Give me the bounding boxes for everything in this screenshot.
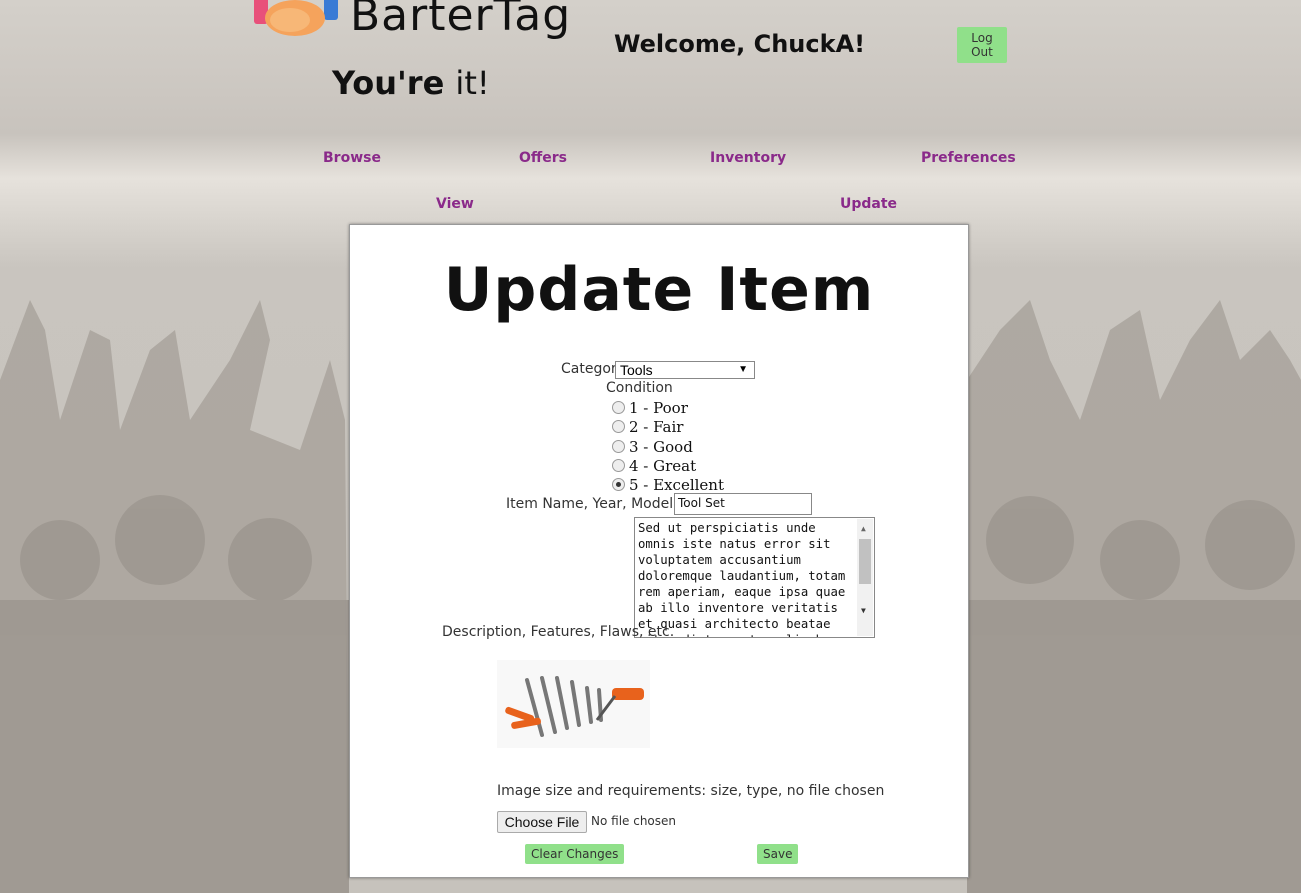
radio-button[interactable] bbox=[612, 400, 625, 414]
radio-button[interactable] bbox=[612, 458, 625, 472]
condition-label: Condition bbox=[606, 380, 673, 396]
welcome-message: Welcome, ChuckA! bbox=[614, 30, 866, 58]
item-name-input[interactable]: Tool Set bbox=[674, 493, 812, 515]
image-requirements-text: Image size and requirements: size, type,… bbox=[497, 783, 885, 799]
tagline-part-b: it! bbox=[455, 64, 490, 102]
condition-option-4[interactable]: 4 - Great bbox=[612, 457, 696, 475]
nav-inventory[interactable]: Inventory bbox=[710, 150, 786, 166]
no-file-chosen-text: No file chosen bbox=[591, 814, 677, 828]
description-text: Sed ut perspiciatis unde omnis iste natu… bbox=[638, 521, 846, 637]
condition-option-2[interactable]: 2 - Fair bbox=[612, 418, 683, 436]
logo-text: BarterTag bbox=[350, 0, 572, 41]
item-image-preview bbox=[497, 660, 650, 748]
condition-option-label: 2 - Fair bbox=[629, 418, 684, 436]
description-textarea[interactable]: Sed ut perspiciatis unde omnis iste natu… bbox=[634, 517, 875, 638]
tagline: You're it! bbox=[332, 64, 490, 102]
radio-button[interactable] bbox=[612, 439, 625, 453]
nav-offers[interactable]: Offers bbox=[519, 150, 567, 166]
radio-button-selected[interactable] bbox=[612, 477, 625, 491]
scroll-thumb[interactable] bbox=[859, 539, 871, 584]
nav-browse[interactable]: Browse bbox=[323, 150, 381, 166]
condition-option-label: 1 - Poor bbox=[629, 399, 688, 417]
condition-option-label: 5 - Excellent bbox=[629, 476, 724, 494]
condition-option-1[interactable]: 1 - Poor bbox=[612, 399, 688, 417]
choose-file-button[interactable]: Choose File bbox=[497, 811, 587, 833]
tagline-part-a: You're bbox=[332, 64, 445, 102]
condition-option-5[interactable]: 5 - Excellent bbox=[612, 476, 724, 494]
page-title: Update Item bbox=[443, 255, 875, 325]
description-label: Description, Features, Flaws, etc. bbox=[442, 624, 675, 640]
chevron-down-icon: ▼ bbox=[738, 364, 748, 375]
scroll-up-icon[interactable]: ▲ bbox=[861, 521, 866, 537]
nav-update[interactable]: Update bbox=[840, 196, 897, 212]
update-item-panel: Update Item Category Tools ▼ Condition 1… bbox=[349, 224, 969, 878]
condition-option-3[interactable]: 3 - Good bbox=[612, 438, 693, 456]
scroll-down-icon[interactable]: ▼ bbox=[861, 603, 866, 619]
category-select[interactable]: Tools ▼ bbox=[615, 361, 755, 379]
save-button[interactable]: Save bbox=[757, 844, 799, 864]
category-value: Tools bbox=[620, 362, 653, 378]
logo[interactable]: BarterTag bbox=[250, 0, 570, 50]
condition-option-label: 3 - Good bbox=[629, 438, 693, 456]
scrollbar[interactable]: ▲ ▼ bbox=[857, 519, 873, 636]
handshake-icon bbox=[254, 0, 338, 36]
radio-button[interactable] bbox=[612, 419, 625, 433]
clear-changes-button[interactable]: Clear Changes bbox=[525, 844, 625, 864]
nav-preferences[interactable]: Preferences bbox=[921, 150, 1016, 166]
condition-option-label: 4 - Great bbox=[629, 457, 697, 475]
nav-view[interactable]: View bbox=[436, 196, 474, 212]
logout-button[interactable]: Log Out bbox=[957, 27, 1007, 63]
